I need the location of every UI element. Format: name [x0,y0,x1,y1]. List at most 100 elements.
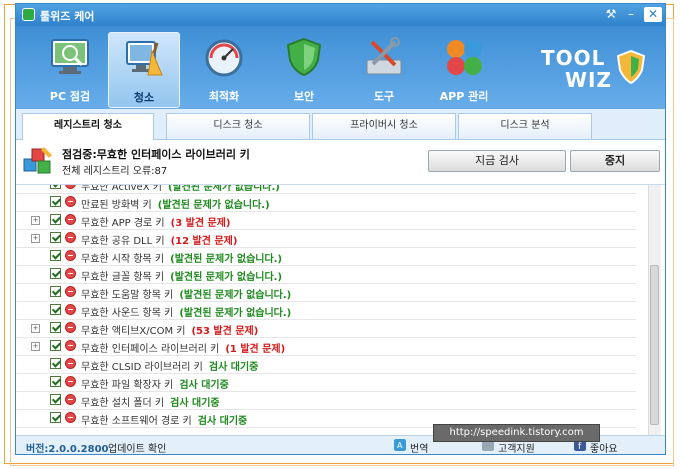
item-name: 무효한 시작 항목 키 [81,254,165,265]
list-item[interactable]: 무효한 도움말 항목 키 (발견된 문제가 없습니다.) [16,283,636,302]
registry-cubes-icon [23,147,52,174]
tool-label: APP 관리 [439,90,489,103]
close-button[interactable]: ✕ [644,7,662,22]
expand-toggle[interactable]: + [31,216,40,225]
logo-shield-icon [617,50,645,84]
list-item[interactable]: + 무효한 공유 DLL 키 (12 발견 문제) [16,229,636,248]
settings-wrench-icon[interactable]: ⚒ [602,7,620,22]
tab-bar: 레지스트리 청소 디스크 청소 프라이버시 청소 디스크 분석 [16,109,665,140]
item-name: 무효한 액티브X/COM 키 [81,326,186,337]
scan-error-count: 전체 레지스트리 오류:87 [62,166,168,177]
item-name: 무효한 인터페이스 라이브러리 키 [81,344,220,355]
tab-disk-analysis[interactable]: 디스크 분석 [458,113,592,139]
scan-status-panel: 점검중:무효한 인터페이스 라이브러리 키 전체 레지스트리 오류:87 지금 … [16,140,665,185]
clean-icon [126,41,163,76]
tool-clean[interactable]: 청소 [108,32,180,108]
registry-item-icon [65,304,76,315]
item-name: 무효한 소프트웨어 경로 키 [81,416,192,427]
window-title: 툴위즈 케어 [40,10,95,23]
registry-item-icon [65,232,76,243]
item-checkbox[interactable] [50,340,61,351]
item-name: 무효한 설치 폴더 키 [81,398,165,409]
scrollbar-thumb[interactable] [650,265,659,425]
check-update-link[interactable]: 업데이트 확인 [108,440,166,454]
tool-label: 도구 [373,90,395,103]
list-item[interactable]: 무효한 설치 폴더 키 검사 대기중 [16,391,636,410]
expand-toggle[interactable]: + [31,342,40,351]
item-checkbox[interactable] [50,286,61,297]
expand-toggle[interactable]: + [31,324,40,333]
item-label: 무효한 ActiveX 키 (발견된 문제가 없습니다.) [81,185,280,193]
watermark-url: http://speedink.tistory.com [433,424,600,442]
item-checkbox[interactable] [50,250,61,261]
item-result: (발견된 문제가 없습니다.) [157,200,270,211]
tools-icon [366,37,402,75]
item-checkbox[interactable] [50,322,61,333]
tool-tools[interactable]: 도구 [348,32,420,108]
item-result: 검사 대기중 [208,362,259,373]
item-checkbox[interactable] [50,196,61,207]
item-checkbox[interactable] [50,394,61,405]
item-result: (3 발견 문제) [170,218,231,229]
item-label: 무효한 설치 폴더 키 검사 대기중 [81,394,220,409]
list-scrollbar[interactable] [648,185,661,435]
item-label: 무효한 도움말 항목 키 (발견된 문제가 없습니다.) [81,286,291,301]
list-item[interactable]: + 무효한 APP 경로 키 (3 발견 문제) [16,211,636,230]
tool-label: 최적화 [208,90,240,103]
item-checkbox[interactable] [50,304,61,315]
item-checkbox[interactable] [50,214,61,225]
list-item[interactable]: 무효한 글꼴 항목 키 (발견된 문제가 없습니다.) [16,265,636,284]
tool-pc-check[interactable]: PC 점검 [34,32,106,108]
list-item[interactable]: 무효한 사운드 항목 키 (발견된 문제가 없습니다.) [16,301,636,320]
item-name: 무효한 도움말 항목 키 [81,290,174,301]
item-label: 무효한 글꼴 항목 키 (발견된 문제가 없습니다.) [81,268,282,283]
scan-current-item: 점검중:무효한 인터페이스 라이브러리 키 [62,148,250,161]
item-checkbox[interactable] [50,376,61,387]
item-name: 무효한 파일 확장자 키 [81,380,174,391]
expand-toggle[interactable]: + [31,234,40,243]
tab-privacy-clean[interactable]: 프라이버시 청소 [312,113,456,139]
item-checkbox[interactable] [50,232,61,243]
item-result: 검사 대기중 [197,416,248,427]
item-label: 무효한 CLSID 라이브러리 키 검사 대기중 [81,358,258,373]
item-label: 무효한 시작 항목 키 (발견된 문제가 없습니다.) [81,250,282,265]
optimize-icon [205,39,243,77]
item-result: (1 발견 문제) [225,344,286,355]
scan-now-button[interactable]: 지금 검사 [428,150,566,172]
tool-app-manage[interactable]: APP 관리 [428,32,500,108]
stop-button[interactable]: 중지 [570,150,660,172]
item-result: 검사 대기중 [170,398,220,409]
tool-label: 청소 [133,91,155,104]
list-item[interactable]: 무효한 파일 확장자 키 검사 대기중 [16,373,636,392]
item-checkbox[interactable] [50,268,61,279]
registry-item-icon [65,376,76,387]
tab-disk-clean[interactable]: 디스크 청소 [166,113,310,139]
registry-item-icon [65,322,76,333]
registry-item-icon [65,214,76,225]
support-link[interactable]: 고객지원 [498,440,535,454]
title-bar: 툴위즈 케어 ⚒ – ✕ [16,4,665,26]
translate-link[interactable]: 번역 [410,440,428,454]
registry-item-icon [65,394,76,405]
app-window: 툴위즈 케어 ⚒ – ✕ PC 점검 청소 최적화 보안 도구 APP 관리 T… [15,3,666,455]
tab-registry-clean[interactable]: 레지스트리 청소 [22,113,154,140]
item-checkbox[interactable] [50,358,61,369]
item-name: 무효한 공유 DLL 키 [81,236,165,247]
list-item[interactable]: 무효한 시작 항목 키 (발견된 문제가 없습니다.) [16,247,636,266]
list-item[interactable]: 무효한 CLSID 라이브러리 키 검사 대기중 [16,355,636,374]
tool-security[interactable]: 보안 [268,32,340,108]
minimize-button[interactable]: – [622,7,640,22]
list-item[interactable]: + 무효한 액티브X/COM 키 (53 발견 문제) [16,319,636,338]
item-result: (발견된 문제가 없습니다.) [170,254,283,265]
list-item[interactable]: 만료된 방화벽 키 (발견된 문제가 없습니다.) [16,193,636,212]
list-item[interactable]: + 무효한 인터페이스 라이브러리 키 (1 발견 문제) [16,337,636,356]
tool-optimize[interactable]: 최적화 [188,32,260,108]
tool-label: PC 점검 [49,90,91,103]
item-checkbox[interactable] [50,185,61,189]
like-link[interactable]: 좋아요 [590,440,618,454]
item-result: 검사 대기중 [179,380,229,391]
item-checkbox[interactable] [50,412,61,423]
item-label: 무효한 파일 확장자 키 검사 대기중 [81,376,229,391]
app-manage-icon [447,40,482,75]
item-label: 무효한 사운드 항목 키 (발견된 문제가 없습니다.) [81,304,291,319]
